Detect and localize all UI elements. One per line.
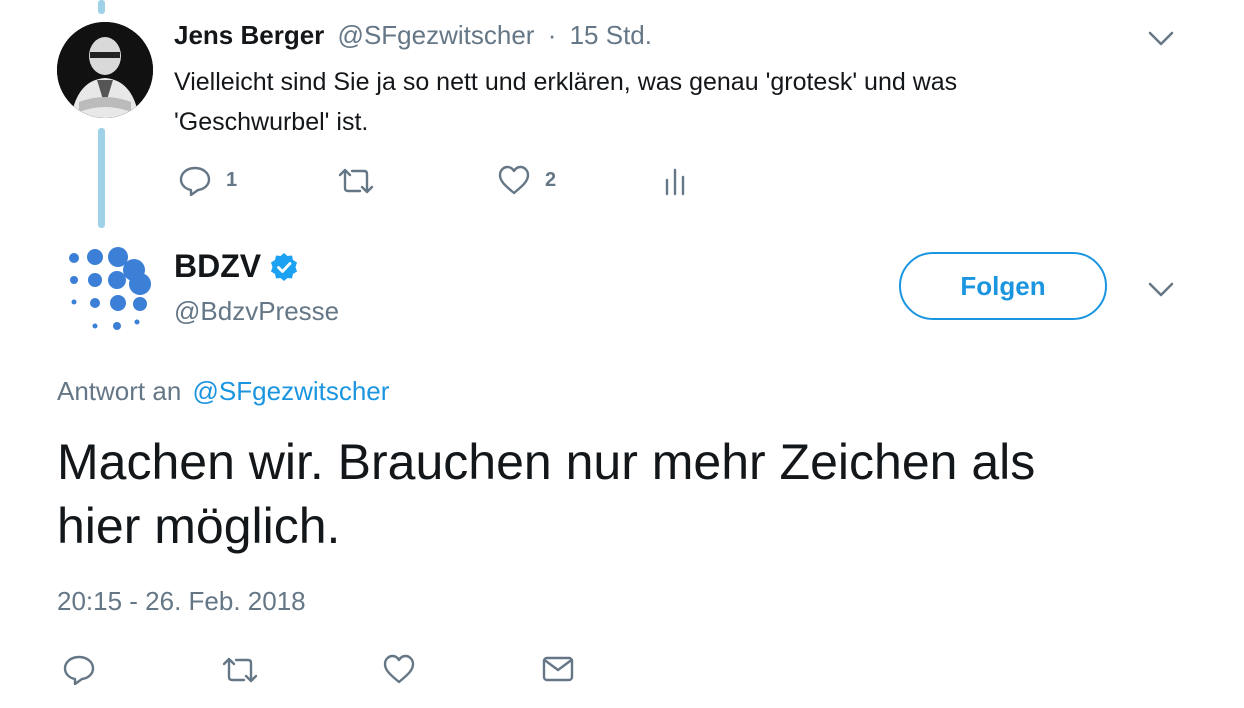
verified-icon [271,252,298,281]
like-count: 2 [545,168,557,191]
message-icon [542,656,574,682]
reply-count: 1 [226,168,238,191]
reply-prefix: Antwort an [57,376,182,406]
avatar[interactable] [57,22,153,118]
parent-tweet-header: Jens Berger @SFgezwitscher · 15 Std. [174,20,652,51]
retweet-icon [338,168,374,194]
main-author-name-row: BDZV [174,248,299,285]
like-icon [383,654,415,684]
author-name[interactable]: BDZV [174,248,261,285]
analytics-button[interactable] [660,166,690,196]
direct-message-button[interactable] [541,655,575,683]
like-icon [498,165,530,195]
follow-button[interactable]: Folgen [899,252,1107,320]
separator: · [547,20,557,50]
parent-tweet-text-line: 'Geschwurbel' ist. [174,108,369,136]
thread-line-top [98,0,105,14]
retweet-button[interactable] [336,166,376,196]
main-tweet-text: Machen wir. Brauchen nur mehr Zeichen al… [57,430,1035,558]
author-name[interactable]: Jens Berger [174,20,324,50]
reply-icon [179,166,211,196]
retweet-icon [222,657,258,683]
tweet-timestamp[interactable]: 20:15 - 26. Feb. 2018 [57,586,306,617]
thread-line-bottom [98,128,105,228]
author-handle[interactable]: @BdzvPresse [174,296,339,327]
reply-context: Antwort an @SFgezwitscher [57,376,389,407]
like-button[interactable]: 2 [497,164,556,196]
main-tweet-text-line: hier möglich. [57,498,341,554]
parent-tweet-text: Vielleicht sind Sie ja so nett und erklä… [174,62,957,142]
chevron-down-icon[interactable] [1147,275,1175,303]
author-handle[interactable]: @SFgezwitscher [338,20,535,50]
retweet-button[interactable] [220,655,260,685]
analytics-icon [665,168,685,196]
like-button[interactable] [382,653,416,685]
reply-to-link[interactable]: @SFgezwitscher [193,376,390,406]
main-tweet-text-line: Machen wir. Brauchen nur mehr Zeichen al… [57,434,1036,490]
bdzv-logo[interactable] [60,242,156,338]
chevron-down-icon[interactable] [1147,24,1175,52]
tweet-time[interactable]: 15 Std. [570,20,652,50]
reply-button[interactable]: 1 [178,164,237,196]
reply-icon [63,655,95,685]
parent-tweet-text-line: Vielleicht sind Sie ja so nett und erklä… [174,68,958,96]
reply-button[interactable] [62,653,96,685]
